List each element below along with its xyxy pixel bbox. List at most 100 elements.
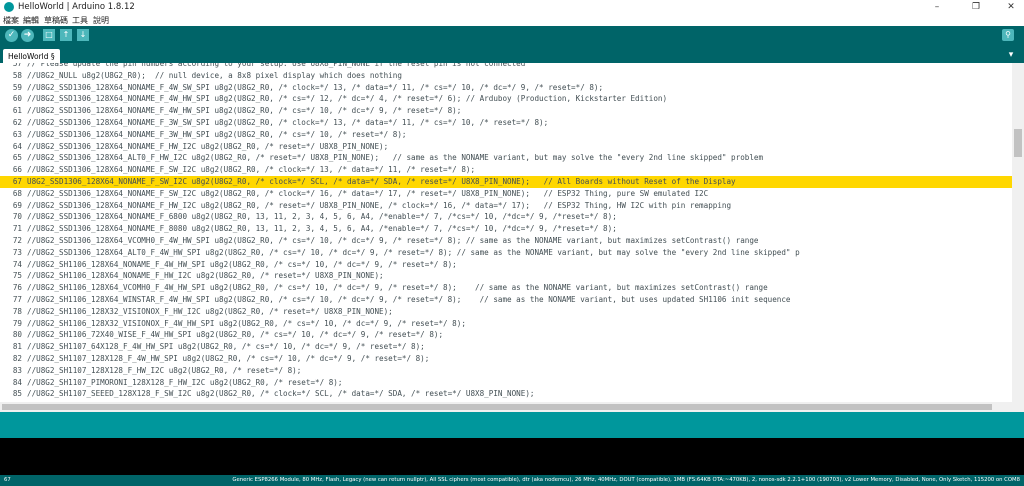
code-text[interactable]: //U8G2_SSD1306_128X64_NONAME_F_4W_HW_SPI… bbox=[27, 105, 461, 117]
code-line[interactable]: 85 //U8G2_SH1107_SEEED_128X128_F_SW_I2C u… bbox=[0, 388, 1012, 400]
maximize-icon[interactable]: ❐ bbox=[969, 1, 983, 13]
code-text[interactable]: //U8G2_SH1106_128X64_NONAME_F_HW_I2C u8g… bbox=[27, 270, 384, 282]
upload-button[interactable]: ➜ bbox=[21, 29, 34, 42]
line-number: 78 bbox=[12, 306, 22, 316]
code-line[interactable]: 66 //U8G2_SSD1306_128X64_NONAME_F_SW_I2C … bbox=[0, 164, 1012, 176]
code-text[interactable]: //U8G2_SSD1306_128X64_NONAME_F_HW_I2C u8… bbox=[27, 200, 731, 212]
vertical-scroll-thumb[interactable] bbox=[1014, 129, 1022, 157]
code-line[interactable]: 79 //U8G2_SH1106_128X32_VISIONOX_F_4W_HW_… bbox=[0, 318, 1012, 330]
code-line[interactable]: 73 //U8G2_SSD1306_128X64_ALT0_F_4W_HW_SPI… bbox=[0, 247, 1012, 259]
code-line[interactable]: 74 //U8G2_SH1106_128X64_NONAME_F_4W_HW_SP… bbox=[0, 259, 1012, 271]
code-line[interactable]: 61 //U8G2_SSD1306_128X64_NONAME_F_4W_HW_S… bbox=[0, 105, 1012, 117]
code-text[interactable]: //U8G2_SSD1306_128X64_NONAME_F_8080 u8g2… bbox=[27, 223, 617, 235]
line-number: 73 bbox=[12, 247, 22, 257]
verify-button[interactable]: ✓ bbox=[5, 29, 18, 42]
code-text[interactable]: //U8G2_SSD1306_128X64_NONAME_F_SW_I2C u8… bbox=[27, 188, 708, 200]
code-line[interactable]: 63 //U8G2_SSD1306_128X64_NONAME_F_3W_HW_S… bbox=[0, 129, 1012, 141]
code-line[interactable]: 62 //U8G2_SSD1306_128X64_NONAME_F_3W_SW_S… bbox=[0, 117, 1012, 129]
check-icon: ✓ bbox=[7, 30, 16, 40]
arrow-down-icon: ↓ bbox=[79, 30, 87, 39]
code-text[interactable]: //U8G2_SSD1306_128X64_NONAME_F_3W_SW_SPI… bbox=[27, 117, 548, 129]
code-text[interactable]: //U8G2_SSD1306_128X64_NONAME_F_SW_I2C u8… bbox=[27, 164, 475, 176]
menu-sketch[interactable]: 草稿碼 bbox=[44, 15, 68, 26]
code-line[interactable]: 68 //U8G2_SSD1306_128X64_NONAME_F_SW_I2C … bbox=[0, 188, 1012, 200]
code-text[interactable]: //U8G2_SH1107_SEEED_128X128_F_SW_I2C u8g… bbox=[27, 388, 534, 400]
code-text[interactable]: //U8G2_SSD1306_128X64_NONAME_F_4W_HW_SPI… bbox=[27, 93, 667, 105]
line-number: 67 bbox=[12, 177, 22, 186]
code-text[interactable]: //U8G2_SH1106_128X32_VISIONOX_F_HW_I2C u… bbox=[27, 306, 393, 318]
serial-monitor-button[interactable]: ⚲ bbox=[1002, 29, 1014, 41]
code-text[interactable]: // Please update the pin numbers accordi… bbox=[27, 63, 525, 70]
new-file-icon: □ bbox=[45, 30, 53, 39]
line-number: 83 bbox=[12, 365, 22, 375]
code-editor[interactable]: 57 // Please update the pin numbers accor… bbox=[0, 63, 1012, 402]
code-line[interactable]: 65 //U8G2_SSD1306_128X64_ALT0_F_HW_I2C u8… bbox=[0, 152, 1012, 164]
code-line[interactable]: 75 //U8G2_SH1106_128X64_NONAME_F_HW_I2C u… bbox=[0, 270, 1012, 282]
code-text[interactable]: //U8G2_SSD1306_128X64_VCOMH0_F_4W_HW_SPI… bbox=[27, 235, 759, 247]
code-line[interactable]: 80 //U8G2_SH1106_72X40_WISE_F_4W_HW_SPI u… bbox=[0, 329, 1012, 341]
scrollbar-corner bbox=[1012, 402, 1024, 412]
tab-menu-icon[interactable]: ▾ bbox=[1006, 50, 1016, 60]
code-text[interactable]: //U8G2_SH1106_128X64_VCOMH0_F_4W_HW_SPI … bbox=[27, 282, 768, 294]
code-line-highlighted[interactable]: 67 U8G2_SSD1306_128X64_NONAME_F_SW_I2C u8… bbox=[0, 176, 1012, 188]
code-line[interactable]: 69 //U8G2_SSD1306_128X64_NONAME_F_HW_I2C … bbox=[0, 200, 1012, 212]
close-icon[interactable]: ✕ bbox=[1004, 1, 1018, 13]
code-line[interactable]: 59 //U8G2_SSD1306_128X64_NONAME_F_4W_SW_S… bbox=[0, 82, 1012, 94]
minimize-icon[interactable]: – bbox=[930, 1, 944, 13]
save-button[interactable]: ↓ bbox=[77, 29, 89, 41]
line-number: 66 bbox=[12, 165, 22, 175]
code-text[interactable]: //U8G2_SH1106_72X40_WISE_F_4W_HW_SPI u8g… bbox=[27, 329, 443, 341]
line-number: 69 bbox=[12, 200, 22, 210]
status-board-info: Generic ESP8266 Module, 80 MHz, Flash, L… bbox=[232, 477, 1020, 483]
code-text[interactable]: //U8G2_SSD1306_128X64_ALT0_F_HW_I2C u8g2… bbox=[27, 152, 763, 164]
toolbar: ✓ ➜ □ ↑ ↓ ⚲ bbox=[0, 26, 1024, 46]
code-line[interactable]: 64 //U8G2_SSD1306_128X64_NONAME_F_HW_I2C … bbox=[0, 141, 1012, 153]
code-text[interactable]: //U8G2_SH1106_128X64_NONAME_F_4W_HW_SPI … bbox=[27, 259, 457, 271]
code-line[interactable]: 84 //U8G2_SH1107_PIMORONI_128X128_F_HW_I2… bbox=[0, 377, 1012, 389]
code-line[interactable]: 58 //U8G2_NULL u8g2(U8G2_R0); // null dev… bbox=[0, 70, 1012, 82]
new-button[interactable]: □ bbox=[43, 29, 55, 41]
code-text[interactable]: //U8G2_SH1106_128X64_WINSTAR_F_4W_HW_SPI… bbox=[27, 294, 791, 306]
code-text[interactable]: //U8G2_SSD1306_128X64_NONAME_F_4W_SW_SPI… bbox=[27, 82, 603, 94]
code-line[interactable]: 72 //U8G2_SSD1306_128X64_VCOMH0_F_4W_HW_S… bbox=[0, 235, 1012, 247]
code-text[interactable]: //U8G2_SH1107_128X128_F_HW_I2C u8g2(U8G2… bbox=[27, 365, 301, 377]
code-text[interactable]: //U8G2_SH1107_PIMORONI_128X128_F_HW_I2C … bbox=[27, 377, 342, 389]
code-line[interactable]: 57 // Please update the pin numbers accor… bbox=[0, 63, 1012, 70]
line-number: 63 bbox=[12, 129, 22, 139]
code-line[interactable]: 81 //U8G2_SH1107_64X128_F_4W_HW_SPI u8g2(… bbox=[0, 341, 1012, 353]
line-number: 74 bbox=[12, 259, 22, 269]
menu-edit[interactable]: 編輯 bbox=[23, 15, 39, 26]
code-line[interactable]: 60 //U8G2_SSD1306_128X64_NONAME_F_4W_HW_S… bbox=[0, 93, 1012, 105]
code-text[interactable]: //U8G2_SSD1306_128X64_ALT0_F_4W_HW_SPI u… bbox=[27, 247, 800, 259]
line-number: 77 bbox=[12, 295, 22, 304]
code-line[interactable]: 82 //U8G2_SH1107_128X128_F_4W_HW_SPI u8g2… bbox=[0, 353, 1012, 365]
code-line[interactable]: 83 //U8G2_SH1107_128X128_F_HW_I2C u8g2(U8… bbox=[0, 365, 1012, 377]
line-number: 71 bbox=[12, 224, 22, 234]
line-number: 58 bbox=[12, 70, 22, 80]
code-line[interactable]: 78 //U8G2_SH1106_128X32_VISIONOX_F_HW_I2C… bbox=[0, 306, 1012, 318]
code-text[interactable]: //U8G2_SSD1306_128X64_NONAME_F_HW_I2C u8… bbox=[27, 141, 388, 153]
open-button[interactable]: ↑ bbox=[60, 29, 72, 41]
code-text[interactable]: //U8G2_SH1107_128X128_F_4W_HW_SPI u8g2(U… bbox=[27, 353, 429, 365]
line-number: 80 bbox=[12, 330, 22, 340]
code-text[interactable]: U8G2_SSD1306_128X64_NONAME_F_SW_I2C u8g2… bbox=[27, 176, 736, 188]
horizontal-scrollbar[interactable] bbox=[0, 402, 1012, 412]
console-output[interactable] bbox=[0, 438, 1024, 475]
menu-help[interactable]: 說明 bbox=[93, 15, 109, 26]
code-line[interactable]: 77 //U8G2_SH1106_128X64_WINSTAR_F_4W_HW_S… bbox=[0, 294, 1012, 306]
line-number: 81 bbox=[12, 342, 22, 352]
code-text[interactable]: //U8G2_NULL u8g2(U8G2_R0); // null devic… bbox=[27, 70, 402, 82]
tab-helloworld[interactable]: HelloWorld § bbox=[3, 49, 60, 64]
vertical-scrollbar[interactable] bbox=[1012, 63, 1024, 402]
code-text[interactable]: //U8G2_SSD1306_128X64_NONAME_F_6800 u8g2… bbox=[27, 211, 617, 223]
code-text[interactable]: //U8G2_SSD1306_128X64_NONAME_F_3W_HW_SPI… bbox=[27, 129, 406, 141]
code-line[interactable]: 70 //U8G2_SSD1306_128X64_NONAME_F_6800 u8… bbox=[0, 211, 1012, 223]
code-line[interactable]: 71 //U8G2_SSD1306_128X64_NONAME_F_8080 u8… bbox=[0, 223, 1012, 235]
code-text[interactable]: //U8G2_SH1107_64X128_F_4W_HW_SPI u8g2(U8… bbox=[27, 341, 425, 353]
line-number: 75 bbox=[12, 271, 22, 281]
menu-file[interactable]: 檔案 bbox=[3, 15, 19, 26]
code-line[interactable]: 76 //U8G2_SH1106_128X64_VCOMH0_F_4W_HW_SP… bbox=[0, 282, 1012, 294]
menu-tools[interactable]: 工具 bbox=[72, 15, 88, 26]
code-text[interactable]: //U8G2_SH1106_128X32_VISIONOX_F_4W_HW_SP… bbox=[27, 318, 466, 330]
horizontal-scroll-thumb[interactable] bbox=[2, 404, 992, 410]
